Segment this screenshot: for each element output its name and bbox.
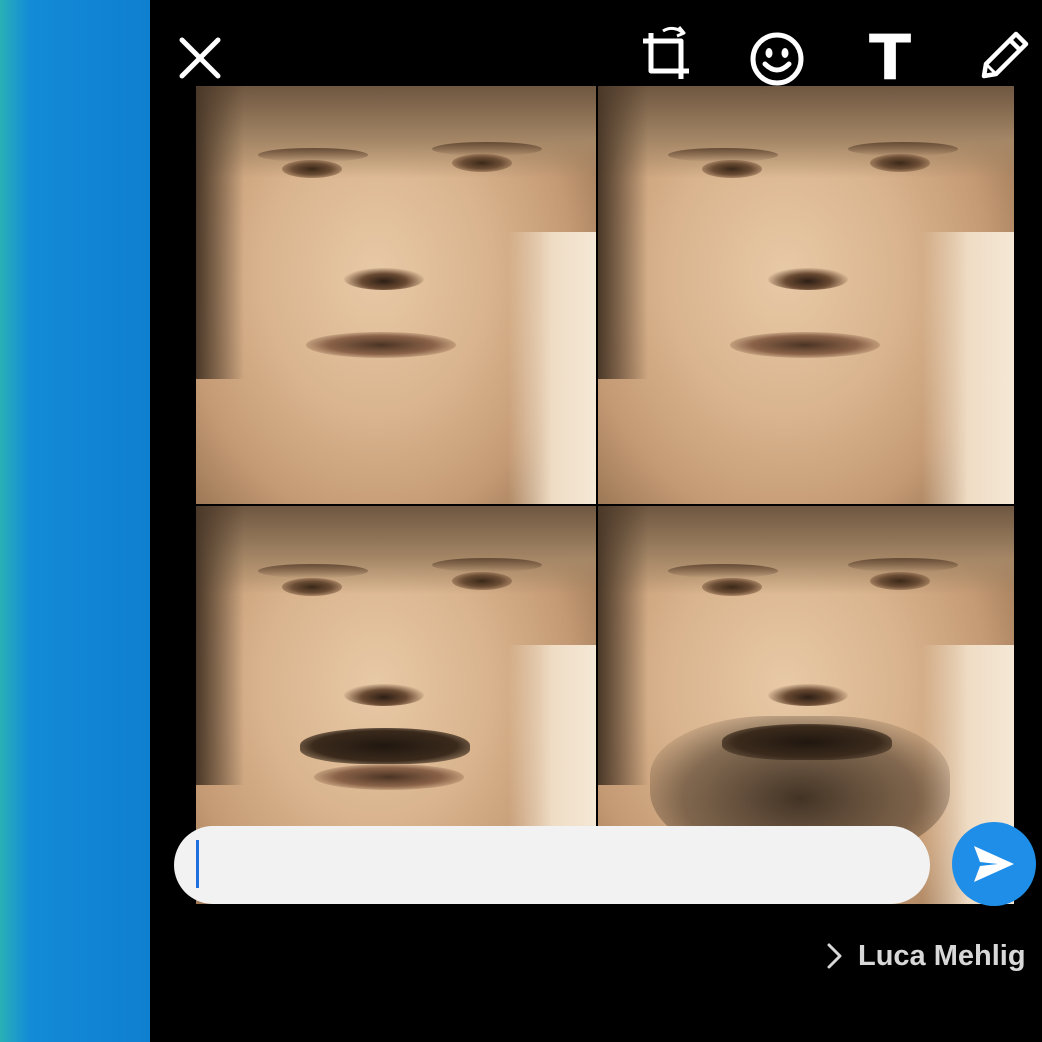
recipient-name: Luca Mehlig xyxy=(858,939,1026,972)
text-cursor xyxy=(196,840,199,888)
close-icon[interactable] xyxy=(176,34,224,82)
pencil-icon[interactable] xyxy=(976,28,1032,84)
send-button[interactable] xyxy=(952,822,1036,906)
crop-rotate-icon[interactable] xyxy=(636,24,698,86)
chevron-right-icon xyxy=(826,943,844,969)
face-photo-tile xyxy=(196,86,596,504)
recipient-link[interactable]: Luca Mehlig xyxy=(826,934,1042,978)
background-panel xyxy=(0,0,150,1042)
caption-input[interactable] xyxy=(174,826,930,904)
text-tool-label: T xyxy=(868,21,912,94)
photo-preview xyxy=(196,86,1014,904)
send-icon xyxy=(974,846,1014,882)
caption-bar xyxy=(174,826,930,904)
emoji-icon[interactable] xyxy=(748,30,806,88)
text-tool-button[interactable]: T xyxy=(866,21,914,94)
face-photo-tile xyxy=(598,86,1014,504)
